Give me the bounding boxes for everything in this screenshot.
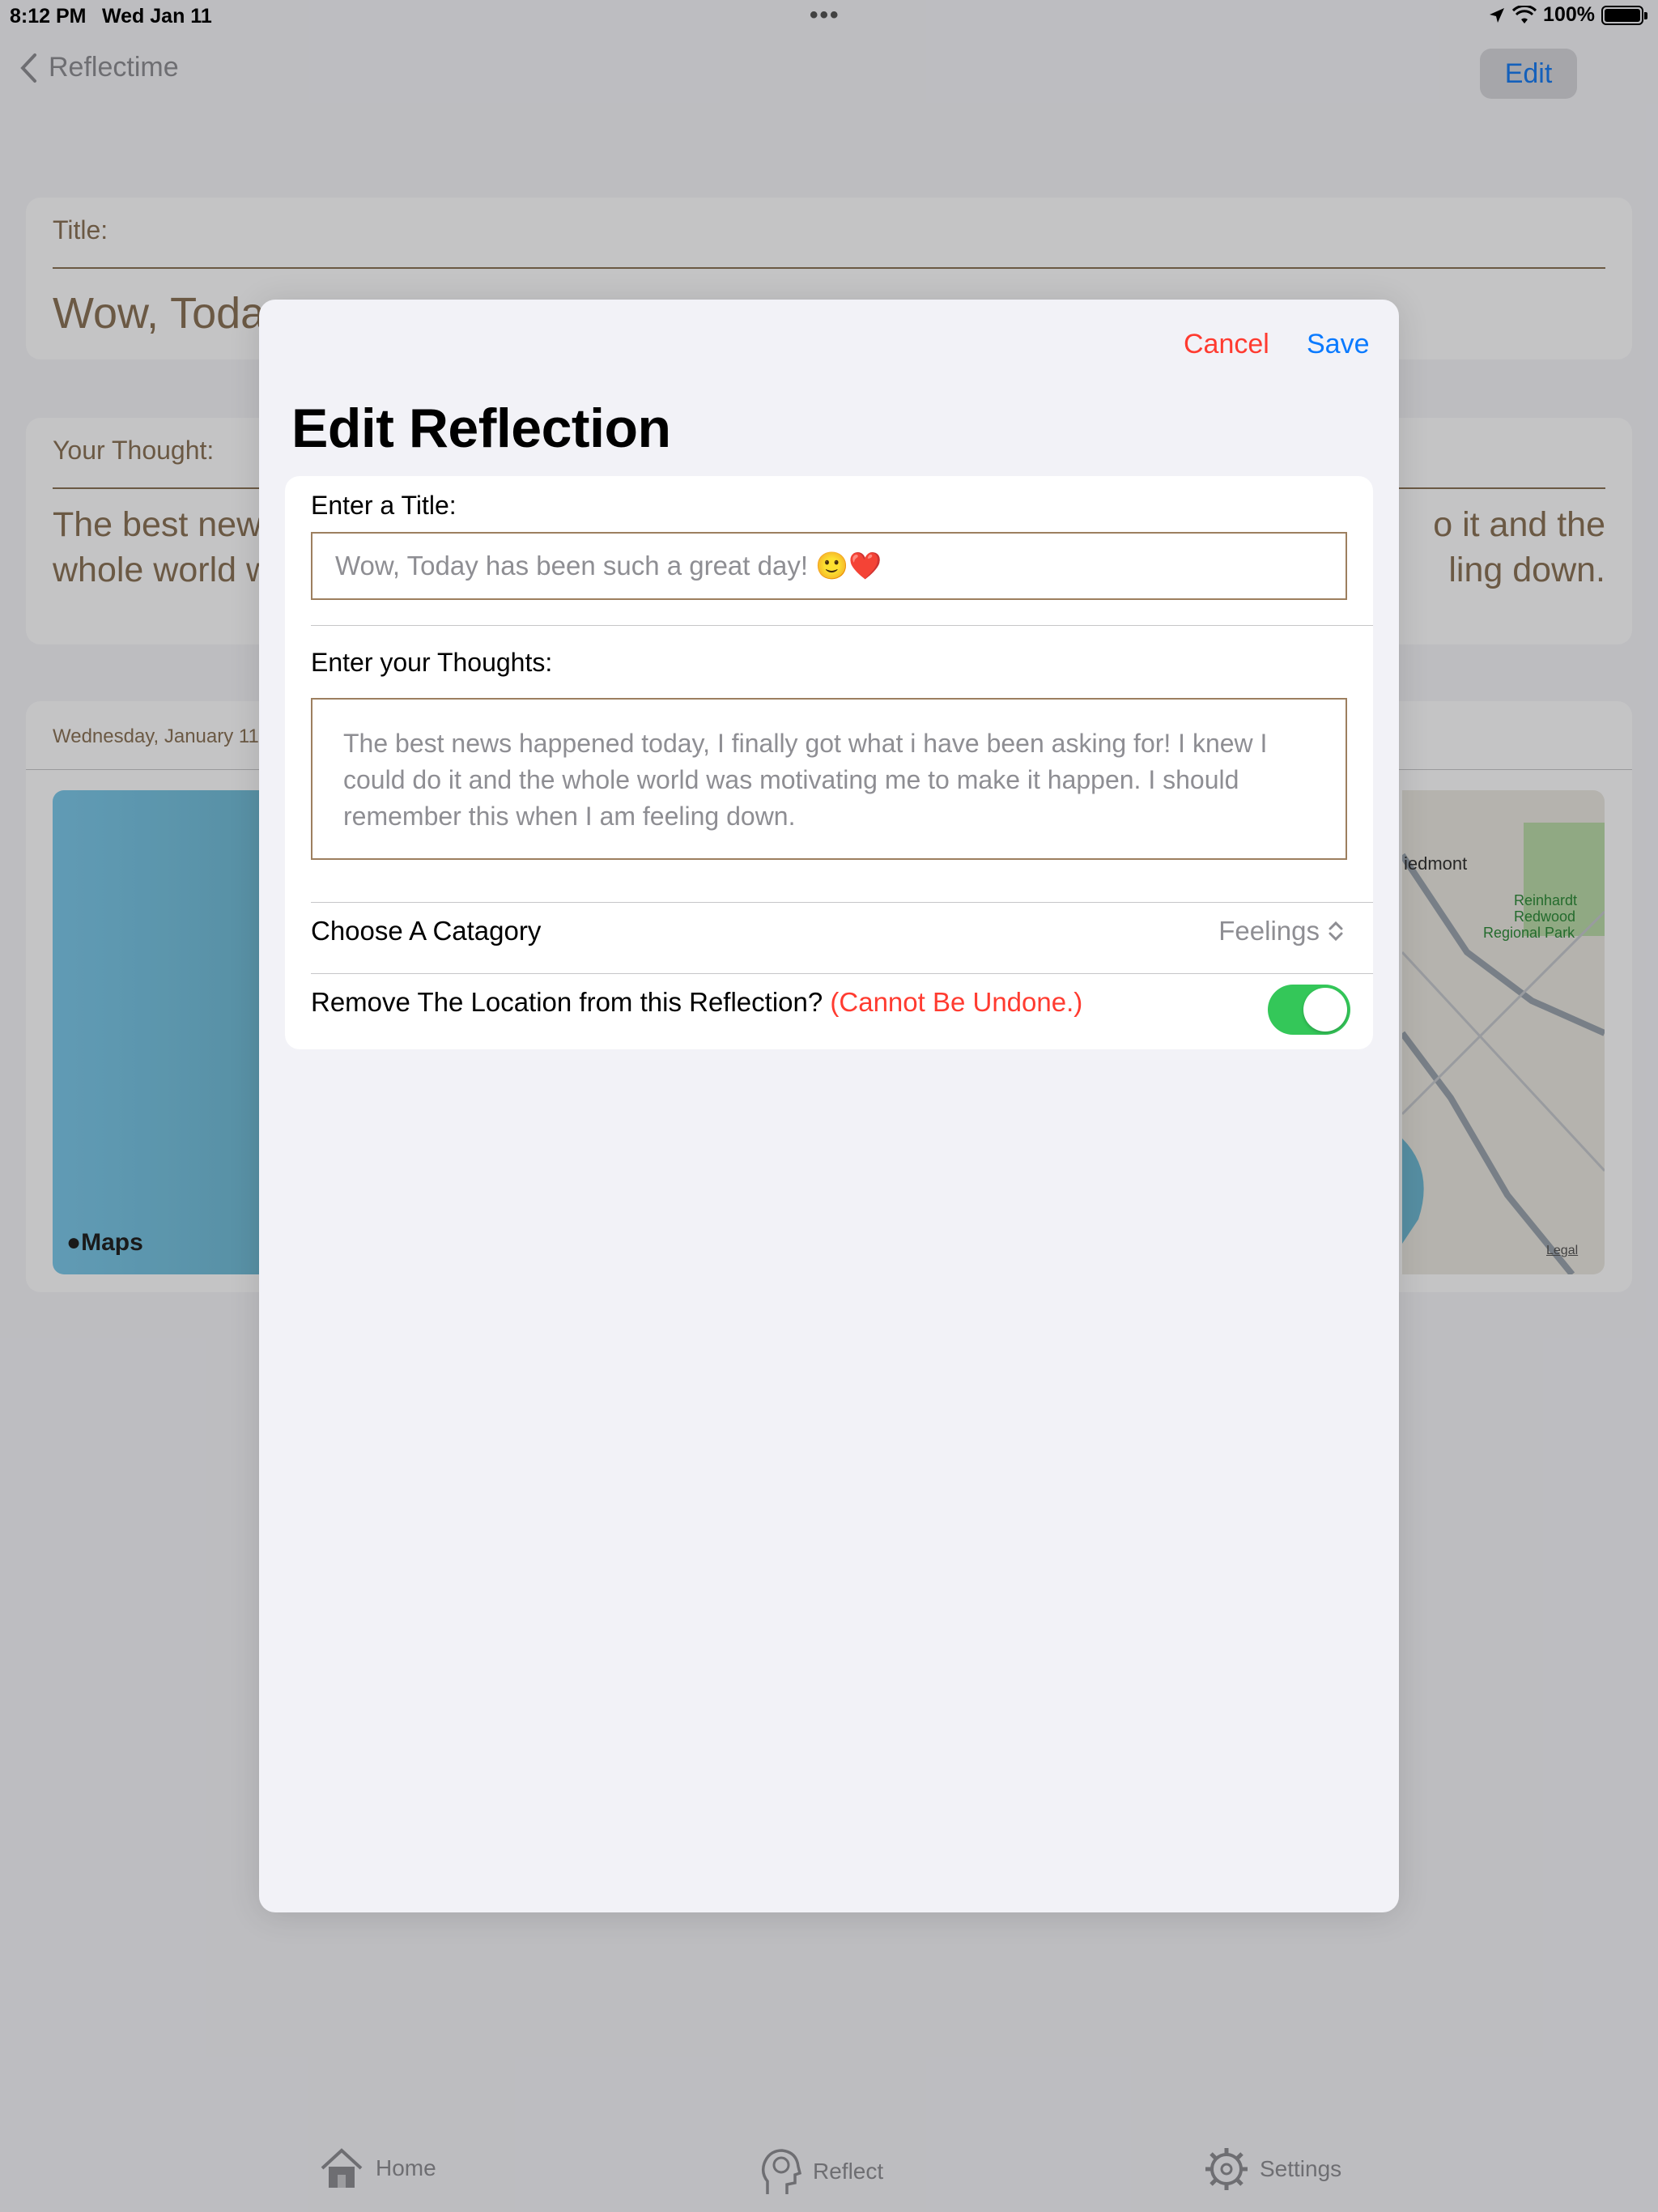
category-value: Feelings (1218, 916, 1320, 946)
remove-location-toggle[interactable] (1268, 985, 1350, 1035)
edit-form: Enter a Title: Wow, Today has been such … (285, 476, 1373, 1049)
category-picker[interactable]: Feelings (1218, 916, 1344, 946)
title-field-label: Enter a Title: (311, 491, 457, 520)
save-button[interactable]: Save (1307, 329, 1370, 360)
toggle-knob (1303, 988, 1347, 1032)
chevron-up-down-icon (1329, 921, 1343, 942)
form-separator (311, 625, 1373, 626)
thoughts-field-label: Enter your Thoughts: (311, 648, 553, 677)
remove-location-warning: (Cannot Be Undone.) (830, 987, 1083, 1017)
sheet-title: Edit Reflection (291, 398, 671, 459)
form-separator (311, 902, 1373, 903)
title-input[interactable]: Wow, Today has been such a great day! 🙂❤… (311, 532, 1347, 600)
thoughts-textarea[interactable]: The best news happened today, I finally … (311, 698, 1347, 860)
form-separator (311, 973, 1373, 974)
cancel-button[interactable]: Cancel (1184, 329, 1269, 360)
category-label: Choose A Catagory (311, 916, 542, 946)
edit-reflection-sheet: Cancel Save Edit Reflection Enter a Titl… (259, 300, 1399, 1912)
remove-location-label: Remove The Location from this Reflection… (311, 987, 1082, 1018)
remove-location-text: Remove The Location from this Reflection… (311, 987, 823, 1017)
